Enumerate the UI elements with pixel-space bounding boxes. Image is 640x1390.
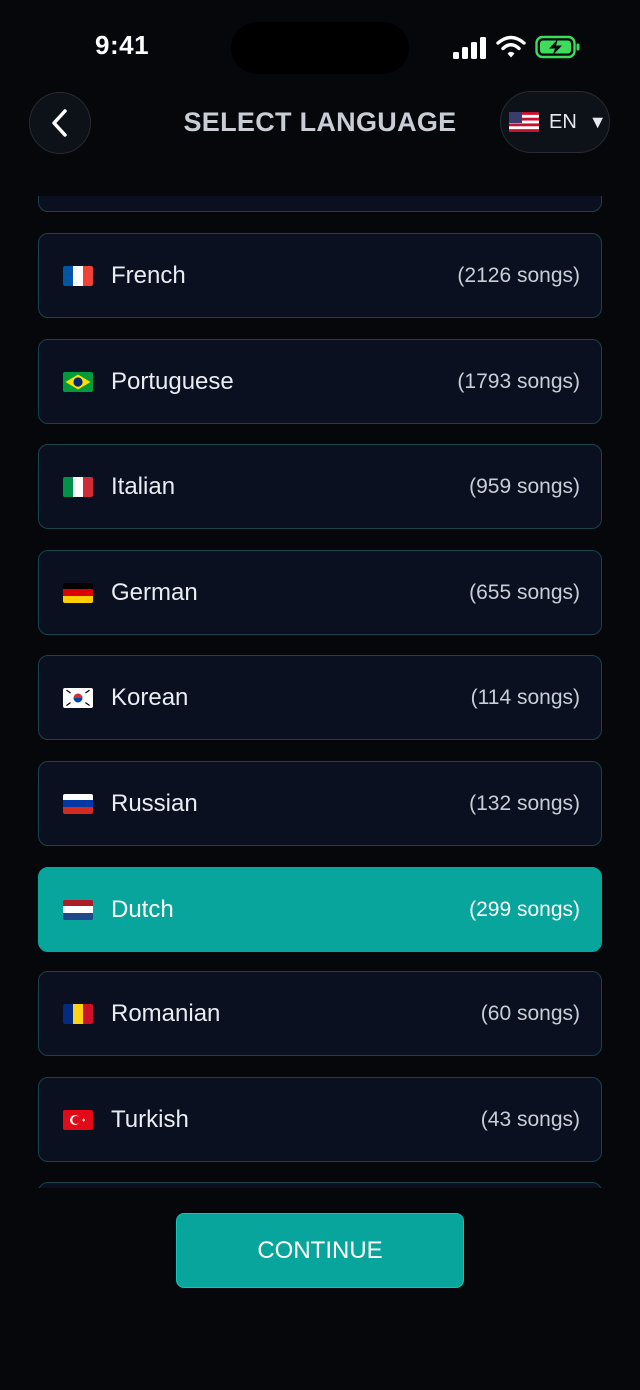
cellular-signal-icon [453, 37, 486, 59]
language-code: EN [549, 110, 577, 133]
battery-charging-icon [535, 35, 580, 59]
wifi-icon [496, 35, 526, 58]
language-name: Romanian [111, 999, 221, 1027]
language-item-russian[interactable]: Russian (132 songs) [38, 761, 602, 846]
language-name: Portuguese [111, 367, 234, 395]
song-count: (299 songs) [469, 897, 580, 921]
song-count: (655 songs) [469, 580, 580, 604]
language-item-italian[interactable]: Italian (959 songs) [38, 444, 602, 529]
russia-flag-icon [63, 793, 93, 814]
us-flag-icon [509, 112, 539, 132]
language-item-romanian[interactable]: Romanian (60 songs) [38, 971, 602, 1056]
language-name: German [111, 578, 198, 606]
language-item-turkish[interactable]: Turkish (43 songs) [38, 1077, 602, 1162]
language-item-german[interactable]: German (655 songs) [38, 550, 602, 635]
language-name: Russian [111, 789, 198, 817]
song-count: (959 songs) [469, 474, 580, 498]
song-count: (114 songs) [470, 685, 580, 709]
language-item-french[interactable]: French (2126 songs) [38, 233, 602, 318]
language-item-dutch[interactable]: Dutch (299 songs) [38, 867, 602, 952]
language-selector[interactable]: EN ▼ [500, 91, 610, 153]
netherlands-flag-icon [63, 899, 93, 920]
status-time: 9:41 [95, 30, 150, 60]
brazil-flag-icon [63, 371, 93, 392]
turkey-flag-icon [63, 1109, 93, 1130]
italy-flag-icon [63, 476, 93, 497]
language-list[interactable]: French (2126 songs) Portuguese (1793 son… [0, 196, 640, 1188]
south-korea-flag-icon [63, 687, 93, 708]
language-name: Italian [111, 472, 176, 500]
language-name: Dutch [111, 895, 174, 923]
language-item-portuguese[interactable]: Portuguese (1793 songs) [38, 339, 602, 424]
language-item-partial[interactable] [38, 196, 602, 212]
header: SELECT LANGUAGE EN ▼ [0, 90, 640, 160]
continue-button[interactable]: CONTINUE [176, 1213, 464, 1288]
france-flag-icon [63, 265, 93, 286]
dynamic-island [231, 22, 409, 74]
germany-flag-icon [63, 582, 93, 603]
song-count: (2126 songs) [457, 263, 580, 287]
language-name: Turkish [111, 1105, 189, 1133]
status-bar: 9:41 [0, 0, 640, 96]
song-count: (1793 songs) [457, 369, 580, 393]
language-name: French [111, 261, 186, 289]
song-count: (43 songs) [480, 1107, 580, 1131]
language-name: Korean [111, 683, 189, 711]
language-item-partial[interactable] [38, 1182, 602, 1188]
romania-flag-icon [63, 1003, 93, 1024]
language-item-korean[interactable]: Korean (114 songs) [38, 655, 602, 740]
caret-down-icon: ▼ [588, 111, 607, 132]
song-count: (132 songs) [469, 791, 580, 815]
song-count: (60 songs) [480, 1001, 580, 1025]
